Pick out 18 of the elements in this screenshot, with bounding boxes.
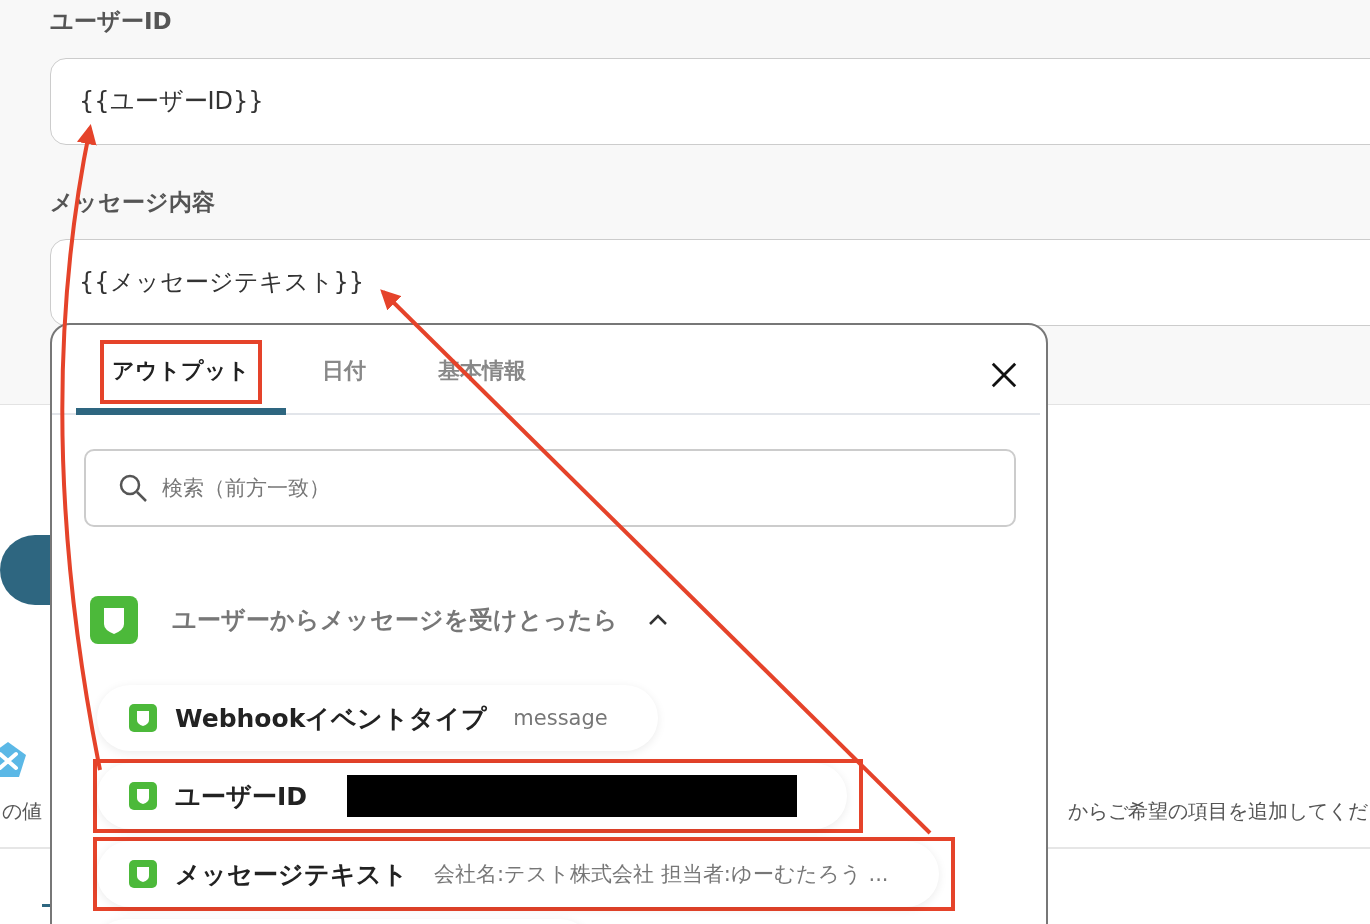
search-icon — [118, 473, 148, 503]
tab[interactable]: 日付 — [286, 325, 402, 415]
input-field[interactable]: {{ユーザーID}} — [50, 58, 1370, 145]
field-label: ユーザーID — [50, 7, 173, 36]
input-field[interactable]: {{メッセージテキスト}} — [50, 239, 1370, 326]
app-icon — [129, 782, 157, 810]
hint-text: からご希望の項目を追加してくだ — [1068, 798, 1368, 825]
output-item[interactable]: ユーザーID — [97, 763, 848, 829]
app-icon — [129, 860, 157, 888]
action-button[interactable] — [0, 535, 50, 605]
section-title: ユーザーからメッセージを受けとったら — [172, 605, 618, 636]
output-item[interactable]: Webhookイベントタイプ message — [97, 685, 658, 751]
app-icon — [129, 704, 157, 732]
output-item[interactable]: メッセージテキスト 会社名:テスト株式会社 担当者:ゆーむたろう ... — [97, 841, 939, 907]
search-field[interactable]: 検索（前方一致） — [84, 449, 1016, 527]
hint-text: の値 — [2, 798, 42, 825]
app-icon — [90, 596, 138, 644]
close-icon[interactable] — [990, 361, 1018, 389]
